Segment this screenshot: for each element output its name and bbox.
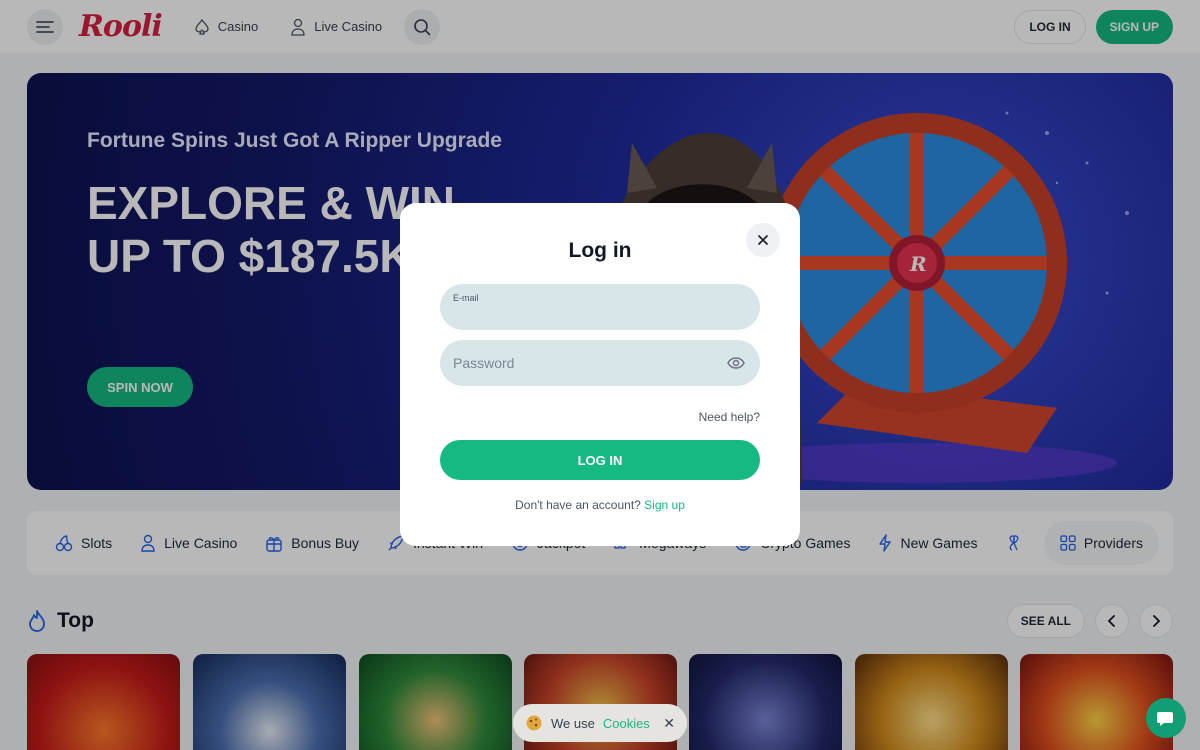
login-modal: Log in E-mail Need help? LOG IN Don't ha… [400, 203, 800, 546]
modal-title: Log in [568, 239, 632, 262]
chat-icon [1157, 712, 1173, 726]
need-help-link[interactable]: Need help? [440, 410, 760, 424]
chat-button[interactable] [1146, 698, 1186, 738]
eye-icon [727, 357, 745, 369]
cookie-link[interactable]: Cookies [603, 716, 650, 731]
cookie-text: We use [551, 715, 595, 731]
cookie-banner: We use Cookies ✕ [513, 704, 687, 742]
close-icon [758, 235, 768, 245]
password-input[interactable] [453, 340, 713, 386]
signup-link[interactable]: Sign up [644, 498, 685, 512]
signup-prompt: Don't have an account? Sign up [400, 498, 800, 512]
email-input[interactable] [453, 294, 713, 330]
toggle-password-button[interactable] [726, 353, 746, 373]
password-field[interactable] [440, 340, 760, 386]
email-field[interactable]: E-mail [440, 284, 760, 330]
login-submit-button[interactable]: LOG IN [440, 440, 760, 480]
close-button[interactable] [746, 223, 780, 257]
cookie-icon [526, 715, 542, 731]
cookie-close-button[interactable]: ✕ [663, 715, 675, 732]
no-account-text: Don't have an account? [515, 498, 641, 512]
